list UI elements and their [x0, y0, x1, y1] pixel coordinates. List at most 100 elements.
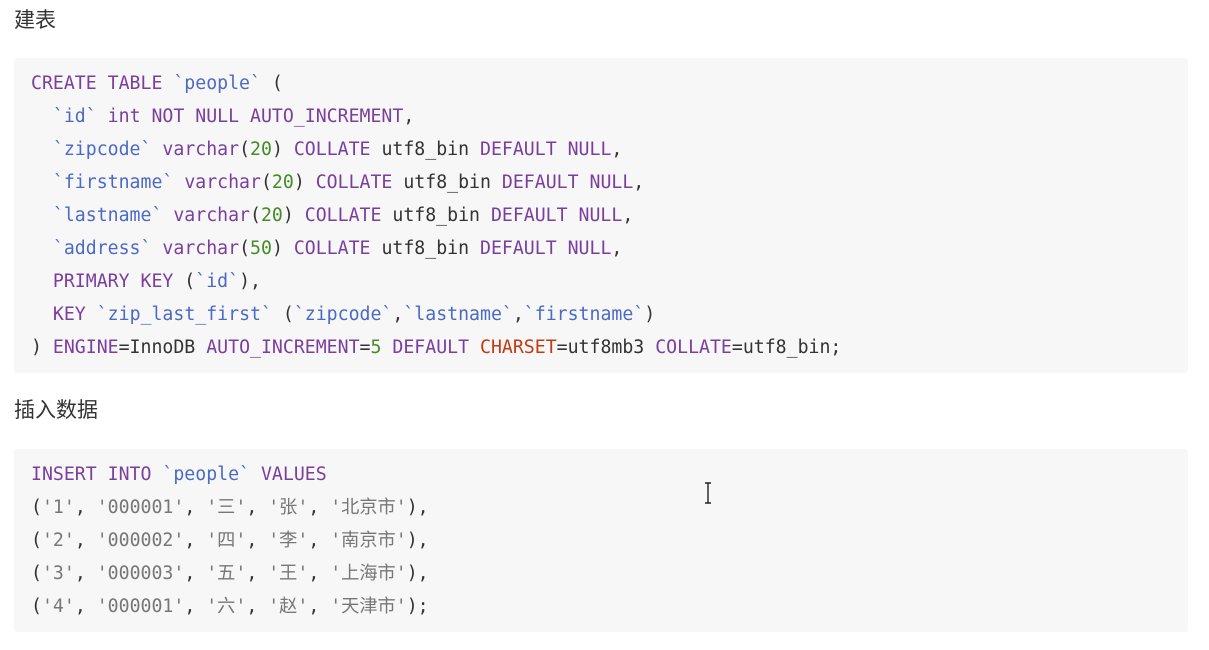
code-token: ,	[184, 596, 207, 617]
code-token: ,	[512, 304, 524, 325]
code-line: INSERT INTO `people` VALUES	[31, 458, 1188, 491]
code-line: ) ENGINE=InnoDB AUTO_INCREMENT=5 DEFAULT…	[31, 331, 1188, 364]
code-token: ,	[184, 563, 207, 584]
code-token: `firstname`	[523, 304, 645, 325]
code-line: CREATE TABLE `people` (	[31, 67, 1188, 100]
code-token: DEFAULT NULL	[480, 139, 612, 160]
code-line: `id` int NOT NULL AUTO_INCREMENT,	[31, 100, 1188, 133]
code-token: (	[260, 172, 272, 193]
section-heading-create-table: 建表	[14, 8, 56, 32]
code-line: KEY `zip_last_first` (`zipcode`,`lastnam…	[31, 298, 1188, 331]
code-token: )	[31, 337, 53, 358]
code-line: ('3', '000003', '五', '王', '上海市'),	[31, 557, 1188, 590]
code-line: ('4', '000001', '六', '赵', '天津市');	[31, 590, 1188, 623]
code-token: '六'	[206, 596, 247, 617]
code-token: ),	[406, 563, 429, 584]
code-token: `firstname`	[52, 172, 174, 193]
code-token: )	[271, 238, 294, 259]
code-token: ,	[74, 530, 97, 551]
code-token: '张'	[268, 497, 309, 518]
code-token: int NOT NULL AUTO_INCREMENT	[107, 106, 404, 127]
code-token: ,	[308, 497, 331, 518]
code-token: ,	[622, 205, 634, 226]
code-line: PRIMARY KEY (`id`),	[31, 265, 1188, 298]
code-token: `lastname`	[403, 304, 513, 325]
code-block-create-table[interactable]: CREATE TABLE `people` ( `id` int NOT NUL…	[14, 58, 1188, 373]
code-token: ,	[611, 238, 623, 259]
code-line: `address` varchar(50) COLLATE utf8_bin D…	[31, 232, 1188, 265]
code-token: DEFAULT	[392, 337, 470, 358]
code-token: (	[31, 596, 42, 617]
code-token: varchar	[162, 238, 240, 259]
code-line: `lastname` varchar(20) COLLATE utf8_bin …	[31, 199, 1188, 232]
code-token: '五'	[206, 563, 247, 584]
code-token: =utf8mb3	[556, 337, 656, 358]
code-token: '000001'	[96, 497, 185, 518]
code-token: '赵'	[268, 596, 309, 617]
code-token: '北京市'	[330, 497, 407, 518]
code-token: '南京市'	[330, 530, 407, 551]
code-token: (	[260, 73, 283, 94]
code-token: 20	[250, 139, 272, 160]
code-token: )	[644, 304, 656, 325]
code-token: '000003'	[96, 563, 185, 584]
code-token: (	[250, 205, 261, 226]
code-token: utf8_bin	[370, 139, 480, 160]
code-line: ('1', '000001', '三', '张', '北京市'),	[31, 491, 1188, 524]
code-token: ,	[74, 596, 97, 617]
code-token: ENGINE	[52, 337, 119, 358]
code-token: ,	[611, 139, 623, 160]
code-token: ,	[308, 530, 331, 551]
code-token: varchar	[184, 172, 261, 193]
code-token: `zip_last_first`	[96, 304, 272, 325]
code-token: `people`	[173, 73, 261, 94]
code-token: (	[239, 139, 251, 160]
code-token: (	[173, 271, 196, 292]
code-token: (	[239, 238, 251, 259]
code-token: (	[31, 563, 42, 584]
code-token: 5	[370, 337, 382, 358]
code-token: (	[31, 497, 42, 518]
code-token: ,	[184, 497, 207, 518]
code-token: `people`	[162, 464, 251, 485]
code-token: ,	[184, 530, 207, 551]
code-token: ,	[392, 304, 404, 325]
code-token: =utf8_bin;	[731, 337, 842, 358]
code-token: ),	[406, 497, 429, 518]
code-line: `firstname` varchar(20) COLLATE utf8_bin…	[31, 166, 1188, 199]
code-token: )	[293, 172, 316, 193]
code-token: ,	[246, 563, 269, 584]
code-token: =	[359, 337, 371, 358]
code-token: `id`	[195, 271, 240, 292]
code-token: DEFAULT NULL	[501, 172, 634, 193]
code-token: 20	[260, 205, 283, 226]
code-token: ,	[246, 530, 269, 551]
code-token: '四'	[206, 530, 247, 551]
code-token: COLLATE	[304, 205, 382, 226]
code-token: =InnoDB	[118, 337, 207, 358]
code-token: '上海市'	[330, 563, 407, 584]
code-token: CHARSET	[480, 337, 557, 358]
code-token: `zipcode`	[293, 304, 393, 325]
code-token: utf8_bin	[370, 238, 480, 259]
code-token: DEFAULT NULL	[480, 238, 612, 259]
code-token: '三'	[206, 497, 247, 518]
code-token: ,	[74, 563, 97, 584]
code-token: ,	[308, 563, 331, 584]
code-block-insert-data[interactable]: INSERT INTO `people` VALUES ('1', '000001…	[14, 449, 1188, 632]
code-token: AUTO_INCREMENT	[206, 337, 360, 358]
code-token: '4'	[41, 596, 75, 617]
code-token: '1'	[41, 497, 75, 518]
